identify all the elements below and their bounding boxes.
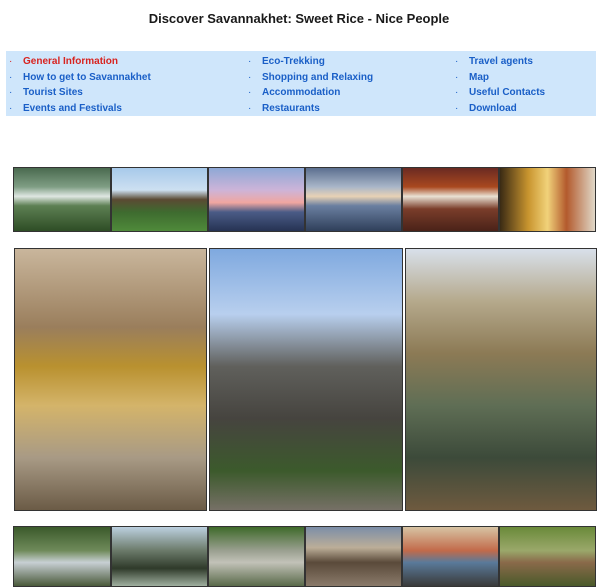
temple-house-photo[interactable]	[111, 167, 208, 232]
hiker-photo[interactable]	[305, 526, 402, 587]
nav-link-label: Shopping and Relaxing	[262, 71, 374, 83]
main-navigation: · General Information · How to get to Sava…	[6, 51, 596, 116]
nav-link-accommodation[interactable]: · Accommodation	[248, 85, 373, 101]
bullet-icon: ·	[248, 87, 252, 99]
bullet-icon: ·	[248, 102, 252, 114]
nav-link-tourist-sites[interactable]: · Tourist Sites	[9, 85, 151, 101]
nav-link-label: Restaurants	[262, 102, 320, 114]
nav-link-label: Download	[469, 102, 517, 114]
rock-formation-photo[interactable]	[111, 526, 208, 587]
nav-link-how-to-get[interactable]: · How to get to Savannakhet	[9, 70, 151, 86]
bullet-icon: ·	[9, 102, 13, 114]
stone-cliff-photo[interactable]	[208, 526, 305, 587]
bullet-icon: ·	[455, 87, 459, 99]
nav-column-2: · Eco-Trekking · Shopping and Relaxing · Ac…	[248, 54, 373, 116]
monkey-photo[interactable]	[499, 526, 596, 587]
nav-link-shopping-relaxing[interactable]: · Shopping and Relaxing	[248, 70, 373, 86]
nav-link-label: Travel agents	[469, 56, 533, 67]
that-ing-hang-stupa-photo[interactable]	[209, 248, 403, 511]
bullet-icon: ·	[9, 71, 13, 83]
bullet-icon: ·	[9, 87, 13, 99]
bullet-icon: ·	[248, 56, 252, 67]
mekong-boat-photo[interactable]	[305, 167, 402, 232]
temple-sign-photo[interactable]	[402, 167, 499, 232]
golden-buddha-photo[interactable]	[14, 248, 207, 511]
bullet-icon: ·	[455, 56, 459, 67]
nav-link-label: Events and Festivals	[23, 102, 122, 114]
nav-link-useful-contacts[interactable]: · Useful Contacts	[455, 85, 545, 101]
forest-shrine-photo[interactable]	[13, 526, 111, 587]
bullet-icon: ·	[455, 71, 459, 83]
nav-link-label: How to get to Savannakhet	[23, 71, 151, 83]
top-photo-strip	[13, 167, 598, 232]
nav-column-3: · Travel agents · Map · Useful Contacts · Do…	[455, 54, 545, 116]
nav-link-label: Eco-Trekking	[262, 56, 325, 67]
nav-link-label: Map	[469, 71, 489, 83]
nav-link-label: Accommodation	[262, 87, 341, 99]
bullet-icon: ·	[248, 71, 252, 83]
nav-column-1: · General Information · How to get to Sava…	[9, 54, 151, 116]
nav-link-eco-trekking[interactable]: · Eco-Trekking	[248, 54, 373, 70]
bullet-icon: ·	[9, 56, 13, 67]
nav-link-map[interactable]: · Map	[455, 70, 545, 86]
villagers-photo[interactable]	[402, 526, 499, 587]
nav-link-restaurants[interactable]: · Restaurants	[248, 101, 373, 117]
nav-link-general-information[interactable]: · General Information	[9, 54, 151, 70]
nav-link-label: Tourist Sites	[23, 87, 83, 99]
old-shophouse-photo[interactable]	[405, 248, 597, 511]
bullet-icon: ·	[455, 102, 459, 114]
bottom-photo-strip	[13, 526, 598, 587]
page-title: Discover Savannakhet: Sweet Rice - Nice …	[148, 11, 450, 26]
buddha-row-photo[interactable]	[499, 167, 596, 232]
waterfall-photo[interactable]	[13, 167, 111, 232]
sunset-river-photo[interactable]	[208, 167, 305, 232]
nav-link-travel-agents[interactable]: · Travel agents	[455, 54, 545, 70]
nav-link-events-festivals[interactable]: · Events and Festivals	[9, 101, 151, 117]
nav-link-download[interactable]: · Download	[455, 101, 545, 117]
nav-link-label: General Information	[23, 56, 119, 67]
nav-link-label: Useful Contacts	[469, 87, 546, 99]
